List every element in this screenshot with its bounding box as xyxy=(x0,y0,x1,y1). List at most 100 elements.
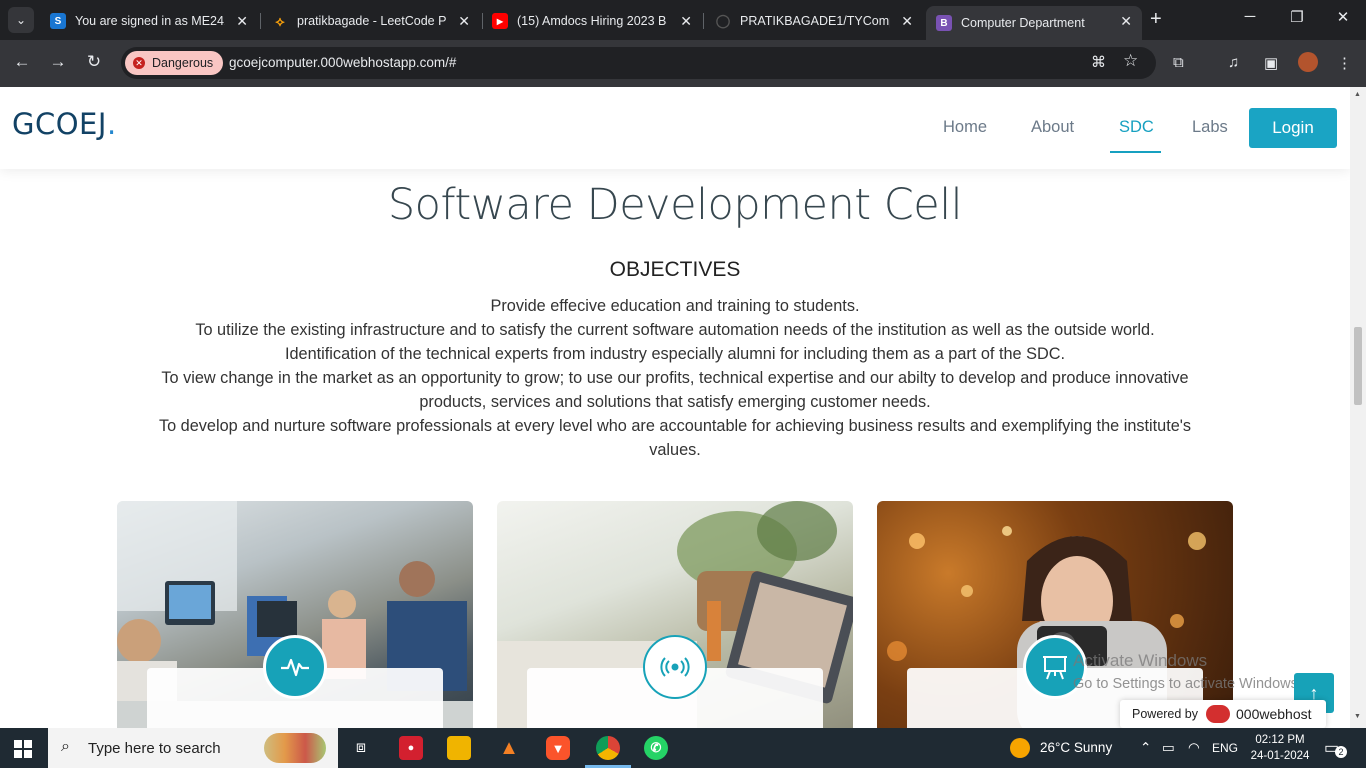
weather-text[interactable]: 26°C Sunny xyxy=(1040,740,1112,755)
windows-taskbar: ⌕ Type here to search ⧈ ● ▲ ▼ ✆ 26°C Sun… xyxy=(0,728,1366,768)
extensions-icon[interactable]: ⧉ xyxy=(1173,54,1184,71)
tab-title: pratikbagade - LeetCode Pro xyxy=(297,14,447,28)
close-icon[interactable]: ✕ xyxy=(680,13,692,30)
youtube-icon: ▶ xyxy=(492,13,508,29)
objective-item: To utilize the existing infrastructure a… xyxy=(195,321,1155,339)
system-clock[interactable]: 02:12 PM 24-01-2024 xyxy=(1248,732,1312,764)
bookmark-star-icon[interactable]: ☆ xyxy=(1123,51,1138,71)
profile-avatar[interactable] xyxy=(1298,52,1318,72)
login-button[interactable]: Login xyxy=(1249,108,1337,148)
weather-sun-icon[interactable] xyxy=(1010,738,1030,758)
000webhost-logo-icon xyxy=(1206,705,1231,723)
battery-icon[interactable]: ▭ xyxy=(1162,740,1175,756)
broadcast-icon xyxy=(643,635,707,699)
tab-search-button[interactable]: ⌄ xyxy=(8,7,34,33)
tab-title: (15) Amdocs Hiring 2023 Bat xyxy=(517,14,667,28)
search-highlight-icon xyxy=(264,733,326,763)
leetcode-icon: ⟡ xyxy=(275,12,285,29)
vlc-icon[interactable]: ▲ xyxy=(497,736,521,760)
restore-button[interactable]: ❐ xyxy=(1277,8,1317,26)
back-button[interactable]: ← xyxy=(10,52,34,72)
service-card-2[interactable] xyxy=(497,501,853,728)
browser-toolbar: ← → ↻ ✕ Dangerous gcoejcomputer.000webho… xyxy=(0,40,1366,87)
activate-windows-title: Activate Windows xyxy=(1073,651,1208,670)
taskbar-search[interactable]: ⌕ Type here to search xyxy=(48,728,338,768)
close-icon[interactable]: ✕ xyxy=(458,13,470,30)
tab-title: PRATIKBAGADE1/TYCompW xyxy=(740,14,890,28)
nav-labs[interactable]: Labs xyxy=(1192,118,1228,137)
reload-button[interactable]: ↻ xyxy=(82,52,106,72)
media-control-icon[interactable]: ♫ xyxy=(1228,54,1239,71)
file-explorer-icon[interactable] xyxy=(447,736,471,760)
objectives-heading: OBJECTIVES xyxy=(609,258,741,281)
nav-home[interactable]: Home xyxy=(943,118,987,137)
site-header: GCOEJ. Home About SDC Labs Login xyxy=(0,87,1350,169)
address-bar[interactable]: ✕ Dangerous gcoejcomputer.000webhostapp.… xyxy=(121,47,1156,79)
active-nav-indicator xyxy=(1110,151,1161,153)
search-icon: ⌕ xyxy=(61,738,70,755)
camera-app-icon[interactable]: ● xyxy=(399,736,423,760)
task-view-icon[interactable]: ⧈ xyxy=(349,736,373,760)
notification-count: 2 xyxy=(1335,746,1347,758)
show-hidden-icons-icon[interactable]: ⌃ xyxy=(1140,740,1151,756)
security-chip[interactable]: ✕ Dangerous xyxy=(125,51,224,75)
whatsapp-icon[interactable]: ✆ xyxy=(644,736,668,760)
translate-icon[interactable]: ⌘ xyxy=(1091,53,1106,71)
close-window-button[interactable]: ✕ xyxy=(1323,8,1363,26)
tab-leetcode[interactable]: ⟡ pratikbagade - LeetCode Pro ✕ xyxy=(262,6,480,36)
browser-tab-strip: ⌄ S You are signed in as ME2415 ✕ ⟡ prat… xyxy=(0,0,1366,40)
github-icon: ◯ xyxy=(715,13,731,28)
host-brand-text: 000webhost xyxy=(1236,706,1312,722)
objectives-list: Provide effecive education and training … xyxy=(132,294,1218,462)
new-tab-button[interactable]: + xyxy=(1150,8,1162,31)
tab-title: You are signed in as ME2415 xyxy=(75,14,225,28)
service-card-3[interactable] xyxy=(877,501,1233,728)
tab-computer-department[interactable]: B Computer Department ✕ xyxy=(926,6,1142,40)
minimize-button[interactable]: ─ xyxy=(1230,8,1270,25)
scroll-thumb[interactable] xyxy=(1354,327,1362,405)
tab-title: Computer Department xyxy=(961,16,1085,30)
webpage: GCOEJ. Home About SDC Labs Login Softwar… xyxy=(0,87,1350,728)
scroll-up-arrow-icon[interactable]: ▲ xyxy=(1354,91,1361,98)
powered-by-badge[interactable]: Powered by 000webhost xyxy=(1120,700,1326,728)
close-icon[interactable]: ✕ xyxy=(1120,13,1132,30)
security-label: Dangerous xyxy=(152,56,214,70)
activity-icon xyxy=(263,635,327,699)
language-indicator[interactable]: ENG xyxy=(1212,741,1238,755)
bootstrap-icon: B xyxy=(936,15,952,31)
service-card-1[interactable] xyxy=(117,501,473,728)
close-icon[interactable]: ✕ xyxy=(901,13,913,30)
logo-dot: . xyxy=(106,107,117,141)
chrome-icon[interactable] xyxy=(596,736,620,760)
wifi-icon[interactable]: ◠ xyxy=(1188,740,1200,756)
logo-text: GCOEJ xyxy=(12,107,107,141)
site-logo[interactable]: GCOEJ. xyxy=(12,107,117,141)
clock-date: 24-01-2024 xyxy=(1250,750,1310,762)
tab-signed-in[interactable]: S You are signed in as ME2415 ✕ xyxy=(40,6,258,36)
windows-start-icon[interactable] xyxy=(14,740,32,763)
notification-center-icon[interactable]: ▭ 2 xyxy=(1324,738,1347,758)
side-panel-icon[interactable]: ▣ xyxy=(1264,54,1278,72)
objective-item: To develop and nurture software professi… xyxy=(158,417,1192,459)
nav-about[interactable]: About xyxy=(1031,118,1074,137)
close-icon[interactable]: ✕ xyxy=(236,13,248,30)
tab-github[interactable]: ◯ PRATIKBAGADE1/TYCompW ✕ xyxy=(705,6,923,36)
menu-kebab-icon[interactable]: ⋮ xyxy=(1337,54,1352,72)
page-scrollbar[interactable]: ▲ ▼ xyxy=(1350,87,1366,728)
danger-icon: ✕ xyxy=(133,57,145,69)
tab-separator xyxy=(260,13,261,29)
clock-time: 02:12 PM xyxy=(1255,734,1305,746)
activate-windows-subtitle: Go to Settings to activate Windows. xyxy=(1073,676,1302,692)
tab-separator xyxy=(703,13,704,29)
url-text[interactable]: gcoejcomputer.000webhostapp.com/# xyxy=(229,55,456,70)
s-favicon-icon: S xyxy=(50,13,66,29)
nav-sdc[interactable]: SDC xyxy=(1119,118,1154,137)
objective-item: Provide effecive education and training … xyxy=(490,297,860,315)
objective-item: Identification of the technical experts … xyxy=(284,345,1066,363)
tab-youtube[interactable]: ▶ (15) Amdocs Hiring 2023 Bat ✕ xyxy=(482,6,702,36)
powered-by-label: Powered by xyxy=(1132,707,1199,721)
scroll-down-arrow-icon[interactable]: ▼ xyxy=(1354,713,1361,720)
forward-button[interactable]: → xyxy=(46,52,70,72)
brave-icon[interactable]: ▼ xyxy=(546,736,570,760)
objective-item: To view change in the market as an oppor… xyxy=(161,369,1189,411)
